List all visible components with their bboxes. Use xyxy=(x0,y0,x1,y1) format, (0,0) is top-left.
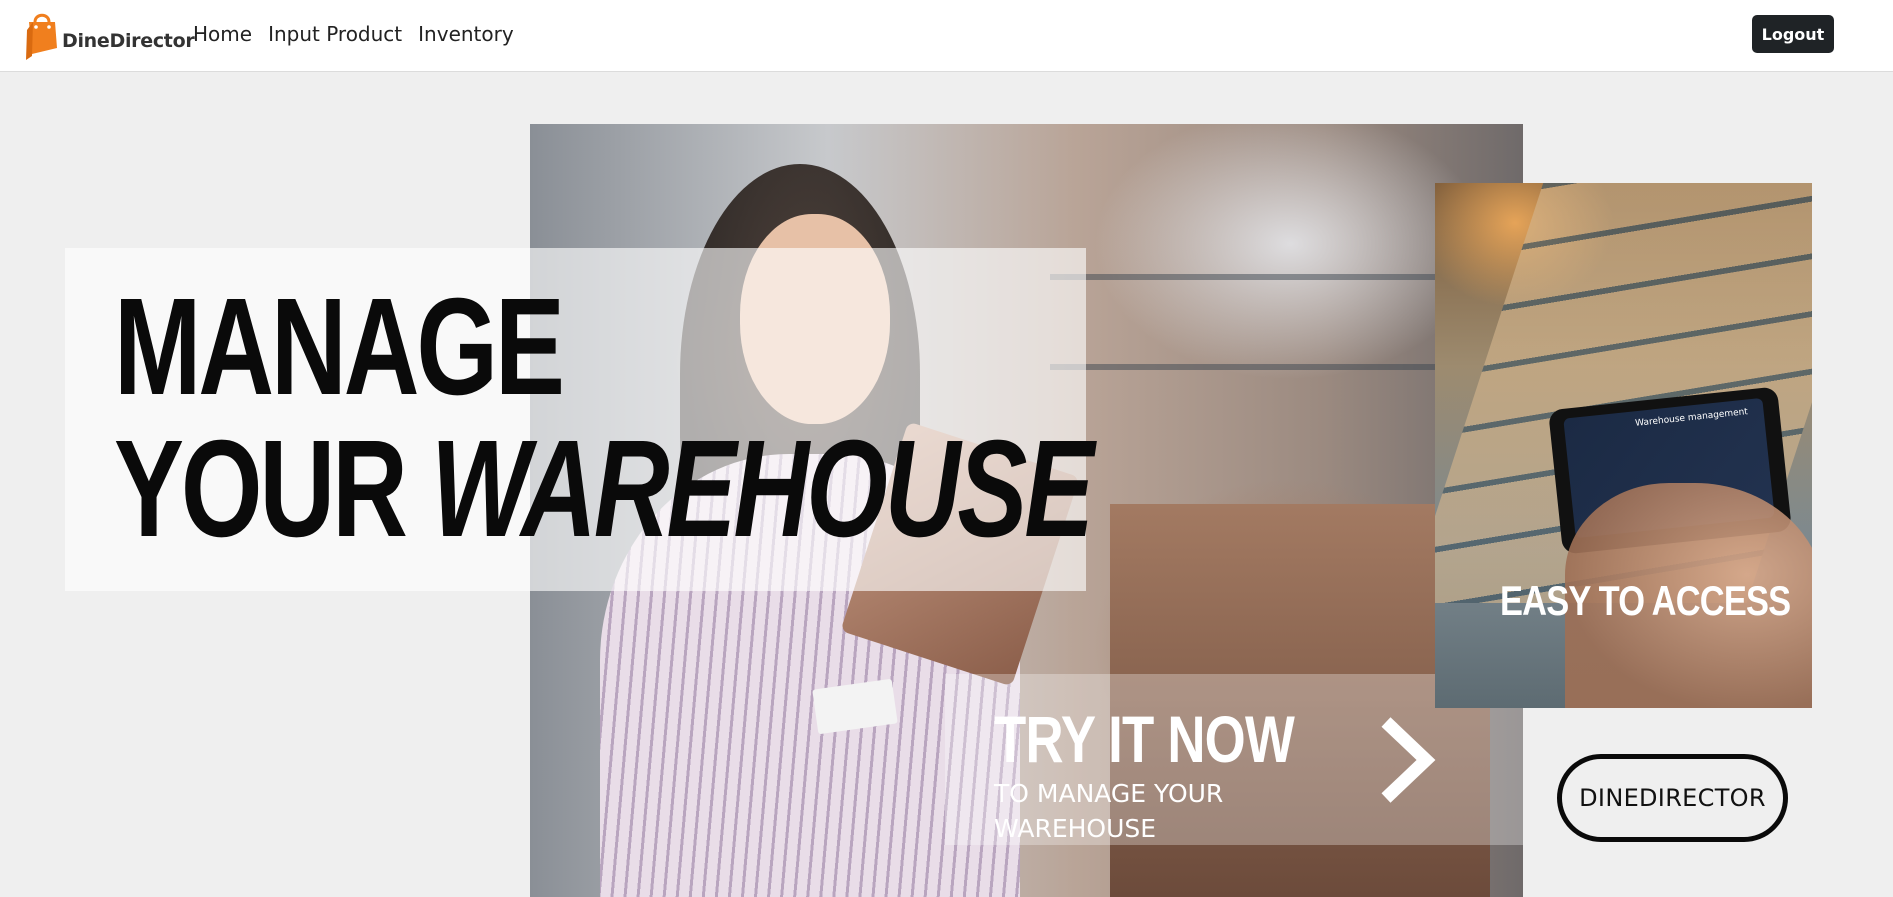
headline-manage: MANAGE xyxy=(114,270,565,424)
easy-to-access-caption: EASY TO ACCESS xyxy=(1500,577,1791,624)
cta-title: TRY IT NOW xyxy=(994,702,1295,776)
cta-subtitle: TO MANAGE YOUR WAREHOUSE xyxy=(994,779,1224,843)
logout-button[interactable]: Logout xyxy=(1752,15,1834,53)
nav-link-input-product[interactable]: Input Product xyxy=(268,20,402,48)
easy-access-image: Warehouse management xyxy=(1435,183,1812,708)
headline-your-warehouse: YOUR WAREHOUSE xyxy=(114,420,1094,558)
top-navbar: DineDirector Home Input Product Inventor… xyxy=(0,0,1893,72)
headline-warehouse: WAREHOUSE xyxy=(430,412,1094,566)
nav-link-inventory[interactable]: Inventory xyxy=(418,20,514,48)
brand-logo-link[interactable]: DineDirector xyxy=(24,8,195,60)
nav-links: Home Input Product Inventory xyxy=(193,20,514,48)
dinedirector-pill[interactable]: DINEDIRECTOR xyxy=(1557,754,1788,842)
nav-link-home[interactable]: Home xyxy=(193,20,252,48)
headline-your: YOUR xyxy=(114,412,408,566)
brand-name: DineDirector xyxy=(62,30,195,52)
shopping-bag-icon xyxy=(26,13,57,60)
chevron-right-icon[interactable] xyxy=(1380,716,1436,804)
